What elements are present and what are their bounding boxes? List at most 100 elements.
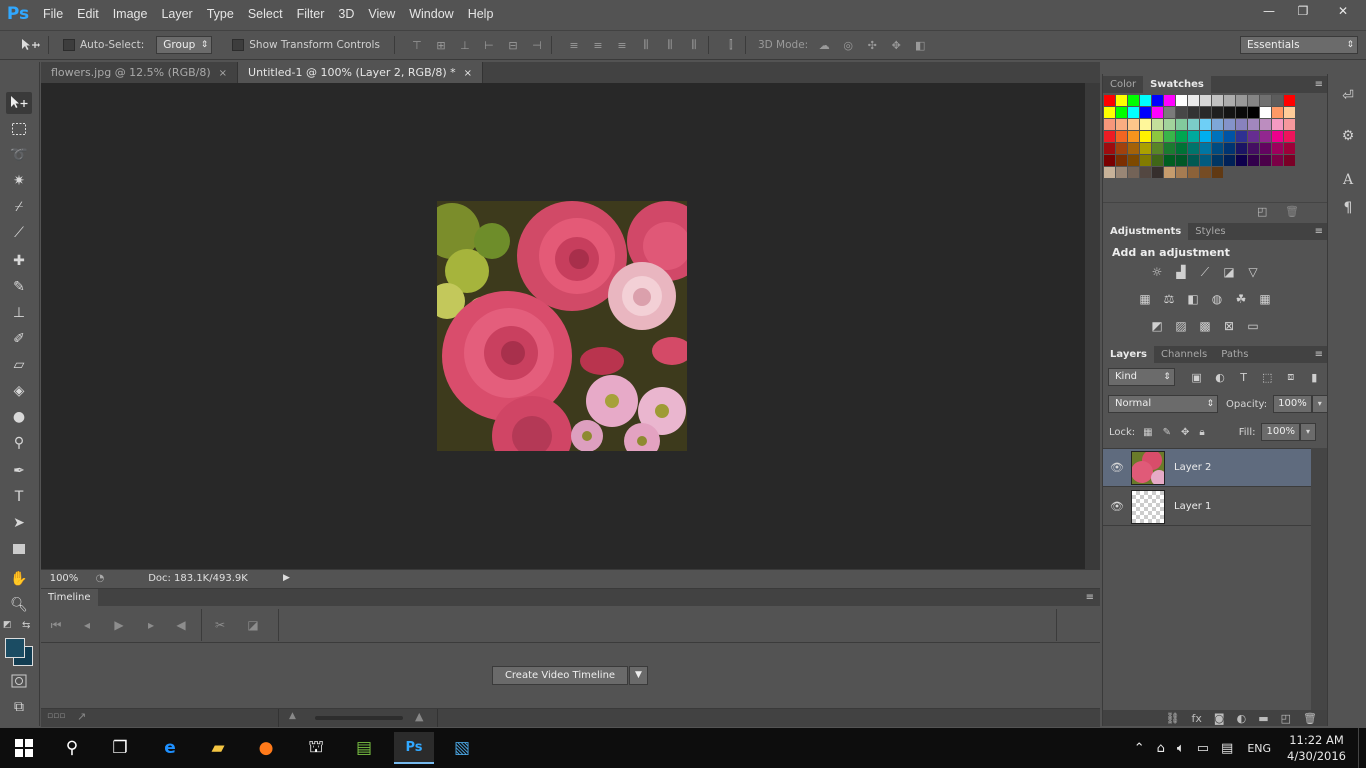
blur-tool-icon[interactable]: ●	[6, 406, 32, 428]
menu-type[interactable]: Type	[200, 0, 241, 28]
layer-row-layer-1[interactable]: 👁︎ Layer 1	[1103, 488, 1311, 526]
swatch[interactable]	[1284, 155, 1295, 166]
swatch[interactable]	[1164, 95, 1175, 106]
color-lookup-icon[interactable]: ▦	[1257, 292, 1273, 306]
swatch[interactable]	[1260, 155, 1271, 166]
swatch[interactable]	[1212, 167, 1223, 178]
delete-layer-trash-icon[interactable]: 🗑︎	[1303, 712, 1317, 725]
swatch[interactable]	[1212, 119, 1223, 130]
dodge-tool-icon[interactable]: ⚲	[6, 432, 32, 454]
pen-tool-icon[interactable]: ✒	[6, 460, 32, 482]
opacity-dropdown-icon[interactable]: ▾	[1311, 395, 1328, 413]
restore-button[interactable]: ❐	[1286, 0, 1320, 22]
menu-image[interactable]: Image	[106, 0, 155, 28]
swatch[interactable]	[1260, 143, 1271, 154]
filter-toggle-icon[interactable]: ▮	[1306, 371, 1322, 384]
workspace-dropdown[interactable]: Essentials	[1240, 36, 1358, 54]
tab-flowers-close-icon[interactable]: ×	[219, 68, 227, 79]
eyedropper-tool-icon[interactable]: ⟋	[6, 222, 32, 244]
lock-all-icon[interactable]: 🔒︎	[1199, 427, 1204, 438]
timeline-menu-icon[interactable]: ≡	[1086, 589, 1094, 606]
align-hcenter-icon[interactable]: ⊟	[505, 38, 521, 52]
layer-1-name[interactable]: Layer 1	[1174, 501, 1211, 512]
swatch[interactable]	[1272, 95, 1283, 106]
filter-pixel-icon[interactable]: ▣	[1189, 371, 1205, 384]
swatch[interactable]	[1200, 95, 1211, 106]
3d-pan-icon[interactable]: ✣	[864, 38, 880, 52]
swatch[interactable]	[1152, 107, 1163, 118]
tab-adjustments[interactable]: Adjustments	[1103, 223, 1189, 240]
filter-smart-object-icon[interactable]: ⧈	[1283, 370, 1299, 384]
swatch[interactable]	[1272, 143, 1283, 154]
layers-scrollbar[interactable]	[1311, 448, 1327, 710]
tab-untitled-close-icon[interactable]: ×	[464, 68, 472, 79]
show-desktop-button[interactable]	[1358, 728, 1366, 768]
swatch[interactable]	[1116, 107, 1127, 118]
swatch[interactable]	[1176, 119, 1187, 130]
menu-edit[interactable]: Edit	[70, 0, 106, 28]
task-view-icon[interactable]: ❐	[100, 732, 140, 764]
show-hidden-icons-chevron-icon[interactable]: ⌃	[1134, 741, 1145, 756]
layer-1-visibility-eye-icon[interactable]: 👁︎	[1103, 500, 1131, 513]
convert-icon[interactable]: ↗	[77, 710, 86, 723]
windows-start-icon[interactable]	[4, 732, 44, 764]
menu-filter[interactable]: Filter	[290, 0, 332, 28]
exposure-icon[interactable]: ◪	[1221, 265, 1237, 279]
3d-roll-icon[interactable]: ◎	[840, 38, 856, 52]
paint-bucket-tool-icon[interactable]: ◈	[6, 380, 32, 402]
photoshop-taskbar-icon[interactable]: Ps	[394, 732, 434, 764]
history-brush-tool-icon[interactable]: ✐	[6, 328, 32, 350]
gradient-map-icon[interactable]: ▭	[1245, 319, 1261, 333]
swatch[interactable]	[1248, 143, 1259, 154]
swatch[interactable]	[1224, 95, 1235, 106]
new-swatch-icon[interactable]: ◰	[1257, 205, 1267, 218]
auto-align-icon[interactable]: ⫿	[723, 38, 739, 52]
swatch[interactable]	[1236, 95, 1247, 106]
vibrance-icon[interactable]: ▽	[1245, 265, 1261, 279]
swatches-menu-icon[interactable]: ≡	[1315, 76, 1323, 93]
swatch[interactable]	[1260, 119, 1271, 130]
tab-channels[interactable]: Channels	[1154, 346, 1214, 363]
lock-image-icon[interactable]: ✎	[1163, 427, 1171, 438]
filter-shape-icon[interactable]: ⬚	[1259, 371, 1275, 384]
show-transform-checkbox[interactable]	[232, 39, 245, 51]
swatch[interactable]	[1212, 143, 1223, 154]
swatch[interactable]	[1248, 95, 1259, 106]
swatch[interactable]	[1212, 107, 1223, 118]
volume-icon[interactable]: 🔈︎	[1177, 741, 1185, 756]
delete-swatch-icon[interactable]: 🗑︎	[1285, 205, 1299, 218]
flower-image[interactable]	[437, 201, 687, 451]
align-top-icon[interactable]: ⊤	[409, 38, 425, 52]
swatch[interactable]	[1200, 131, 1211, 142]
clock[interactable]: 11:22 AM 4/30/2016	[1279, 732, 1358, 764]
swatch[interactable]	[1284, 131, 1295, 142]
new-group-folder-icon[interactable]: ▬	[1258, 712, 1268, 725]
hue-saturation-icon[interactable]: ▦	[1137, 292, 1153, 306]
play-icon[interactable]: ▶	[110, 616, 128, 634]
distribute-vcenter-icon[interactable]: ≡	[590, 38, 606, 52]
menu-layer[interactable]: Layer	[154, 0, 199, 28]
filter-adjustment-icon[interactable]: ◐	[1212, 371, 1228, 384]
swatch[interactable]	[1236, 107, 1247, 118]
lock-transparent-icon[interactable]: ▦	[1143, 427, 1152, 438]
layer-kind-filter[interactable]: Kind	[1108, 368, 1175, 386]
timeline-tab[interactable]: Timeline	[41, 589, 98, 606]
new-adjustment-layer-icon[interactable]: ◐	[1237, 712, 1247, 725]
swatch[interactable]	[1140, 95, 1151, 106]
timeline-zoom-slider[interactable]	[315, 716, 403, 720]
swatch[interactable]	[1140, 131, 1151, 142]
fill-dropdown-icon[interactable]: ▾	[1300, 423, 1317, 441]
type-tool-icon[interactable]: T	[6, 486, 32, 508]
swatch[interactable]	[1200, 119, 1211, 130]
swatch[interactable]	[1140, 167, 1151, 178]
swatch[interactable]	[1152, 143, 1163, 154]
swatch[interactable]	[1224, 155, 1235, 166]
swatch[interactable]	[1104, 95, 1115, 106]
distribute-hcenter-icon[interactable]: ⫼	[662, 38, 678, 52]
swatch[interactable]	[1152, 119, 1163, 130]
store-icon[interactable]: ⛫	[296, 732, 336, 764]
swap-colors-icon[interactable]: ⇆	[22, 620, 30, 631]
swatch[interactable]	[1272, 107, 1283, 118]
swatch[interactable]	[1116, 155, 1127, 166]
swatch[interactable]	[1260, 107, 1271, 118]
